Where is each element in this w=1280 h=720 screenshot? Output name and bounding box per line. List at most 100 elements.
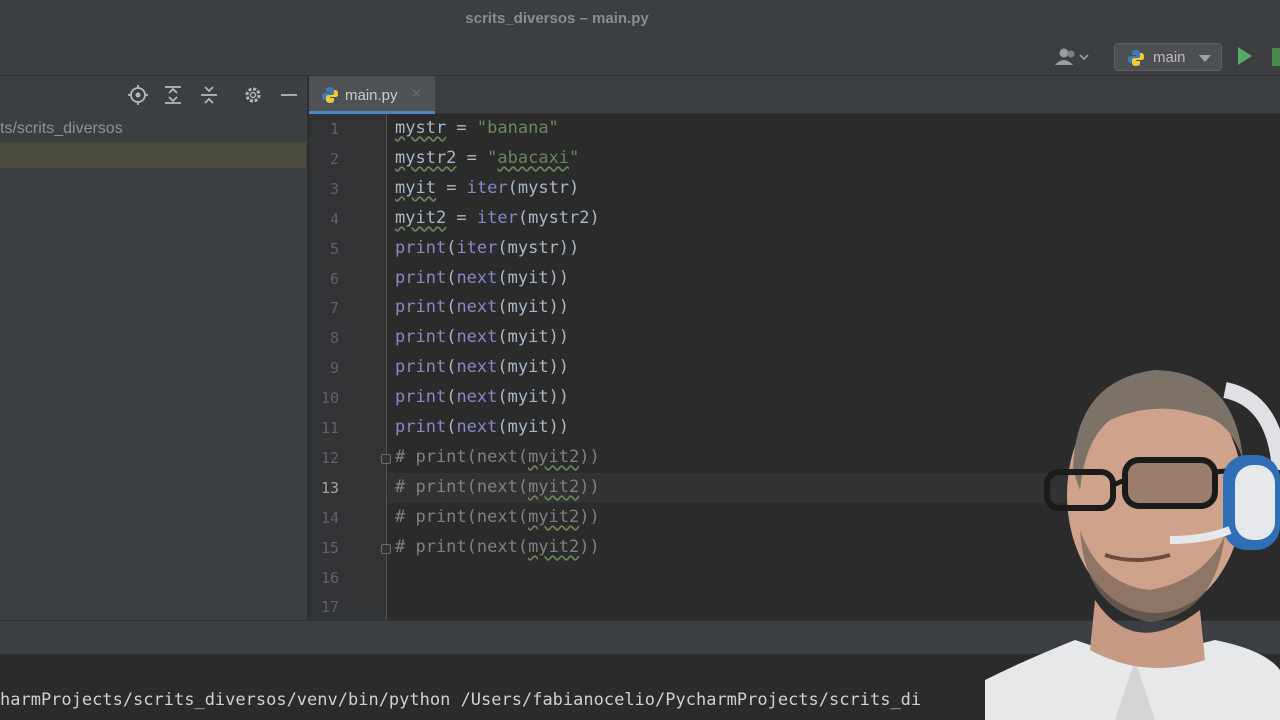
code-token: # print(next( (395, 536, 529, 557)
code-token: print (395, 417, 447, 437)
line-number: 3 (329, 179, 339, 198)
code-token: ( (446, 267, 457, 288)
line-number: 2 (329, 149, 339, 168)
debug-button[interactable] (1272, 48, 1280, 66)
code-line[interactable]: mystr2 = "abacaxi" (395, 148, 579, 168)
code-token: ( (446, 237, 457, 258)
code-token: print (395, 267, 447, 288)
code-token: next (456, 387, 498, 408)
code-line[interactable]: print(next(myit)) (395, 387, 569, 407)
line-number: 15 (320, 538, 339, 557)
gear-icon (245, 87, 261, 103)
code-token: (myit)) (497, 387, 570, 408)
code-token: )) (579, 446, 600, 467)
code-token: iter (456, 237, 498, 258)
editor-tab-bar: main.py ✕ (309, 76, 1280, 114)
code-line[interactable]: # print(next(myit2)) (395, 477, 600, 497)
project-root-item[interactable]: ts/scrits_diversos (0, 120, 123, 138)
code-token: (myit)) (497, 327, 570, 348)
chevron-down-icon (1199, 55, 1211, 62)
code-token: ( (446, 327, 457, 348)
collapse-all-button[interactable] (198, 84, 220, 106)
project-panel-header (0, 76, 308, 114)
line-number: 11 (320, 419, 339, 437)
line-number: 7 (329, 299, 339, 318)
code-token: (mystr)) (497, 237, 580, 258)
code-token: = (456, 147, 488, 168)
code-token: abacaxi (497, 147, 570, 168)
title-bar: scrits_diversos – main.py (0, 0, 1280, 38)
line-number: 17 (320, 598, 339, 617)
expand-all-button[interactable] (162, 84, 184, 106)
code-token: # print(next( (395, 446, 529, 467)
collapse-all-icon (201, 86, 217, 104)
code-line[interactable]: # print(next(myit2)) (395, 537, 600, 557)
presenter-video-image (985, 370, 1280, 720)
code-line[interactable]: print(next(myit)) (395, 357, 569, 377)
run-configuration-select[interactable]: main (1114, 43, 1222, 71)
code-token: myit2 (395, 207, 447, 228)
code-line[interactable]: myit = iter(mystr) (395, 178, 579, 198)
code-token: next (456, 417, 498, 437)
code-token: " (569, 147, 580, 168)
minimize-icon (281, 94, 297, 96)
code-token: )) (579, 506, 600, 527)
fold-marker-icon[interactable] (381, 543, 391, 554)
code-line[interactable]: print(iter(mystr)) (395, 238, 579, 258)
code-token: ( (446, 297, 457, 318)
code-token: print (395, 387, 447, 408)
code-token: next (456, 297, 498, 318)
code-token: iter (466, 177, 508, 198)
code-line[interactable]: # print(next(myit2)) (395, 507, 600, 527)
line-number: 16 (320, 568, 339, 587)
line-number: 12 (320, 448, 339, 467)
code-token: )) (579, 536, 600, 557)
code-line[interactable]: # print(next(myit2)) (395, 447, 600, 467)
code-token: ( (446, 357, 457, 378)
webcam-overlay (985, 360, 1280, 720)
code-token: # print(next( (395, 476, 529, 497)
window-title: scrits_diversos – main.py (465, 10, 649, 27)
code-token: # print(next( (395, 506, 529, 527)
code-line[interactable]: print(next(myit)) (395, 417, 569, 437)
code-token: " (487, 147, 498, 168)
selected-tree-row[interactable] (0, 142, 306, 168)
code-token: print (395, 237, 447, 258)
user-account-button[interactable] (1052, 46, 1092, 68)
panel-settings-button[interactable] (242, 84, 264, 106)
code-token: (mystr) (507, 177, 580, 198)
project-panel: ts/scrits_diversos (0, 76, 308, 624)
code-token: print (395, 297, 447, 318)
code-line[interactable]: print(next(myit)) (395, 297, 569, 317)
expand-all-icon (165, 86, 181, 104)
line-number: 13 (320, 478, 339, 497)
code-token: myit (395, 177, 436, 198)
code-token: ( (446, 387, 457, 408)
code-token: = (446, 207, 477, 228)
code-token: )) (579, 476, 600, 497)
code-token: "banana" (476, 118, 559, 138)
line-number-gutter: 1 2 3 4 5 6 7 8 9 10 11 12 13 14 15 16 17 (309, 114, 387, 620)
code-token: iter (476, 207, 518, 228)
tab-label: main.py (345, 87, 398, 104)
console-output-line: harmProjects/scrits_diversos/venv/bin/py… (0, 690, 922, 710)
run-button[interactable] (1238, 47, 1252, 65)
code-token: next (456, 327, 498, 348)
code-token: = (446, 118, 477, 138)
python-icon (1128, 50, 1144, 66)
code-token: ( (446, 417, 457, 437)
line-number: 9 (329, 359, 339, 378)
close-icon[interactable]: ✕ (411, 86, 422, 102)
code-line[interactable]: print(next(myit)) (395, 268, 569, 288)
locate-file-button[interactable] (127, 84, 149, 106)
code-token: (myit)) (497, 267, 570, 288)
hide-panel-button[interactable] (278, 84, 300, 106)
code-token: = (435, 177, 467, 198)
code-token: (myit)) (497, 357, 570, 378)
code-token: (myit)) (497, 417, 570, 437)
code-line[interactable]: print(next(myit)) (395, 327, 569, 347)
fold-marker-icon[interactable] (381, 453, 391, 464)
code-line[interactable]: mystr = "banana" (395, 118, 559, 138)
tab-main-py[interactable]: main.py ✕ (309, 76, 435, 114)
code-line[interactable]: myit2 = iter(mystr2) (395, 208, 600, 228)
